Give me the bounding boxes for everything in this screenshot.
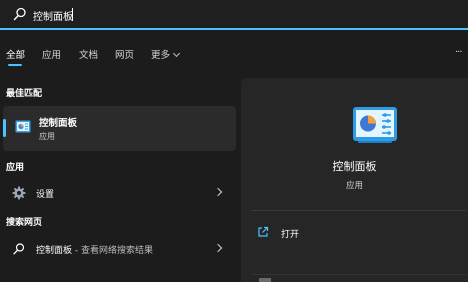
- filter-tabs: 全部 应用 文档 网页 更多: [0, 30, 468, 74]
- gear-icon: [12, 186, 26, 200]
- section-apps: 应用: [6, 163, 25, 173]
- section-best-match: 最佳匹配: [6, 89, 43, 99]
- open-action-label: 打开: [281, 230, 300, 240]
- chevron-right-icon: [213, 243, 223, 253]
- chevron-down-icon: [172, 49, 181, 58]
- web-result-label: 控制面板 - 查看网络搜索结果: [36, 243, 153, 256]
- selection-indicator: [3, 119, 6, 137]
- app-result-settings[interactable]: 设置: [3, 181, 236, 205]
- open-icon: [258, 226, 269, 237]
- tab-all[interactable]: 全部: [6, 47, 25, 61]
- detail-title: 控制面板: [332, 160, 377, 173]
- tab-web[interactable]: 网页: [115, 47, 134, 61]
- tab-apps[interactable]: 应用: [42, 47, 61, 61]
- tab-more[interactable]: 更多: [151, 47, 181, 61]
- active-tab-indicator: [8, 64, 22, 66]
- control-panel-icon: [15, 120, 31, 133]
- web-result-control-panel[interactable]: 控制面板 - 查看网络搜索结果: [3, 237, 236, 261]
- partial-action-icon: [259, 278, 271, 282]
- settings-label: 设置: [36, 190, 55, 200]
- section-web-search: 搜索网页: [6, 218, 43, 228]
- control-panel-icon: [353, 107, 397, 143]
- web-result-suffix: - 查看网络搜索结果: [72, 246, 153, 256]
- open-action[interactable]: 打开: [251, 224, 461, 242]
- search-bar[interactable]: 控制面板: [0, 0, 468, 30]
- detail-divider-bottom: [251, 274, 466, 275]
- search-icon: [13, 7, 26, 21]
- best-match-type: 应用: [39, 132, 55, 141]
- best-match-result[interactable]: 控制面板 应用: [3, 106, 236, 151]
- more-options-button[interactable]: ···: [455, 47, 462, 58]
- chevron-right-icon: [213, 187, 223, 197]
- search-input[interactable]: 控制面板: [33, 8, 73, 23]
- tab-more-label: 更多: [151, 50, 171, 61]
- web-result-query: 控制面板: [36, 246, 73, 256]
- tab-documents[interactable]: 文档: [79, 47, 98, 61]
- detail-panel: 控制面板 应用 打开: [241, 78, 468, 282]
- search-icon: [13, 243, 25, 255]
- detail-divider: [251, 210, 466, 211]
- detail-subtitle: 应用: [345, 181, 363, 191]
- text-caret: [72, 8, 73, 21]
- best-match-name: 控制面板: [39, 118, 78, 129]
